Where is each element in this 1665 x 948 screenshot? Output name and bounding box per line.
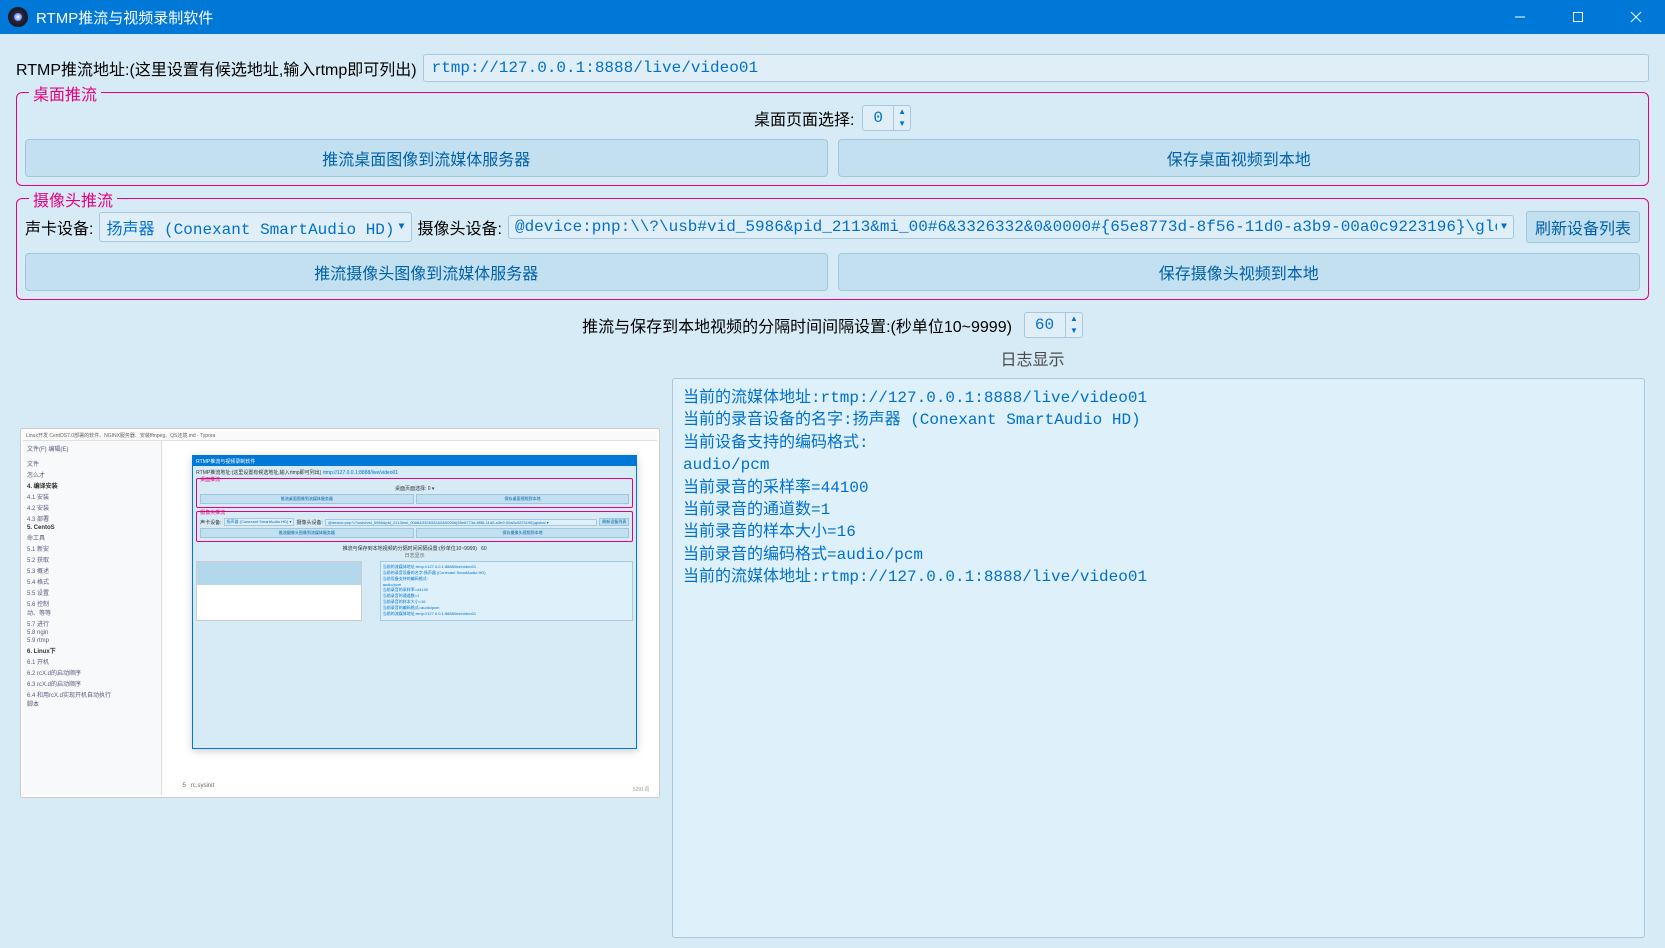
title-bar: RTMP推流与视频录制软件 (0, 0, 1665, 34)
rtmp-url-row: RTMP推流地址:(这里设置有候选地址,输入rtmp即可列出) (16, 54, 1649, 82)
app-icon (8, 7, 28, 27)
camera-group-legend: 摄像头推流 (29, 187, 117, 211)
preview-nested-window: RTMP推流与视频录制软件 RTMP推流地址:(这里设置有候选地址,输入rtmp… (192, 455, 637, 749)
refresh-devices-button[interactable]: 刷新设备列表 (1526, 211, 1640, 243)
chevron-down-icon: ▼ (399, 222, 405, 233)
window-title: RTMP推流与视频录制软件 (36, 7, 1491, 28)
camera-device-combo[interactable]: @device:pnp:\\?\usb#vid_5986&pid_2113&mi… (508, 215, 1514, 239)
rtmp-url-input[interactable] (423, 54, 1649, 82)
audio-device-combo[interactable]: 扬声器 (Conexant SmartAudio HD) ▼ (99, 212, 411, 242)
desktop-screen-value: 0 (863, 106, 893, 130)
desktop-stream-group: 桌面推流 桌面页面选择: 0 ▲ ▼ 推流桌面图像到流媒体服务器 保存桌面视频到… (16, 92, 1649, 186)
interval-spinner[interactable]: 60 ▲ ▼ (1024, 312, 1083, 338)
save-camera-button[interactable]: 保存摄像头视频到本地 (838, 253, 1641, 291)
spinner-up-icon[interactable]: ▲ (894, 106, 910, 118)
interval-value: 60 (1025, 313, 1065, 337)
log-output[interactable]: 当前的流媒体地址:rtmp://127.0.0.1:8888/live/vide… (672, 378, 1645, 938)
preview-typora-titlebar: Linux开发 CentOS7.0部署的软件、NGINX服务器、安装ffmpeg… (23, 431, 657, 441)
spinner-up-icon[interactable]: ▲ (1066, 313, 1082, 325)
maximize-button[interactable] (1549, 0, 1607, 34)
desktop-screen-spinner[interactable]: 0 ▲ ▼ (862, 105, 911, 131)
desktop-screen-label: 桌面页面选择: (754, 106, 854, 130)
chevron-down-icon: ▼ (1501, 222, 1507, 233)
push-camera-button[interactable]: 推流摄像头图像到流媒体服务器 (25, 253, 828, 291)
camera-stream-group: 摄像头推流 声卡设备: 扬声器 (Conexant SmartAudio HD)… (16, 198, 1649, 300)
camera-device-label: 摄像头设备: (418, 215, 502, 239)
desktop-group-legend: 桌面推流 (29, 81, 101, 105)
window-controls (1491, 0, 1665, 34)
spinner-down-icon[interactable]: ▼ (894, 118, 910, 130)
preview-area: Linux开发 CentOS7.0部署的软件、NGINX服务器、安装ffmpeg… (20, 428, 660, 798)
interval-label: 推流与保存到本地视频的分隔时间间隔设置:(秒单位10~9999) (582, 313, 1012, 337)
minimize-button[interactable] (1491, 0, 1549, 34)
close-button[interactable] (1607, 0, 1665, 34)
preview-sidebar: 文件(F) 编辑(E) 文件 怎么才 4. 编译安装 4.1 安装 4.2 安装… (23, 441, 162, 795)
push-desktop-button[interactable]: 推流桌面图像到流媒体服务器 (25, 139, 828, 177)
log-title: 日志显示 (16, 346, 1649, 370)
spinner-down-icon[interactable]: ▼ (1066, 325, 1082, 337)
save-desktop-button[interactable]: 保存桌面视频到本地 (838, 139, 1641, 177)
rtmp-url-label: RTMP推流地址:(这里设置有候选地址,输入rtmp即可列出) (16, 56, 417, 80)
audio-device-label: 声卡设备: (25, 215, 93, 239)
